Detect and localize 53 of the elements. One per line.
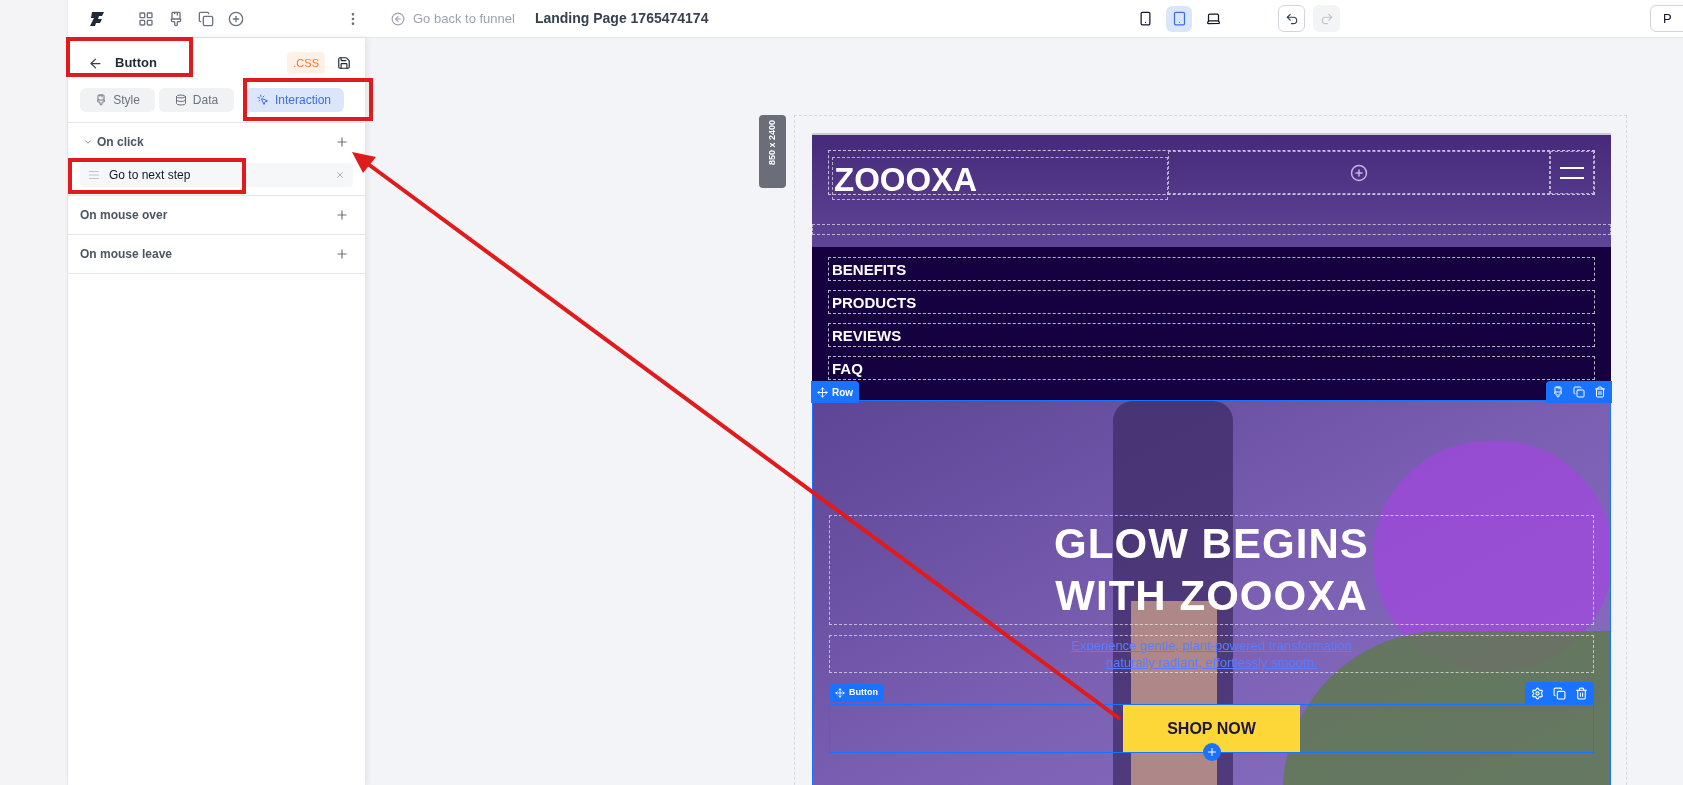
nav-link[interactable]: FAQ: [832, 360, 863, 376]
undo-button[interactable]: [1278, 5, 1306, 32]
nav-link[interactable]: REVIEWS: [832, 327, 902, 343]
hero-headline: WITH ZOOOXA: [1055, 571, 1368, 621]
trash-icon[interactable]: [1575, 686, 1588, 700]
trash-icon[interactable]: [1594, 386, 1606, 398]
hero-subtext: naturally radiant, effortlessly smooth.: [1105, 654, 1318, 671]
settings-icon[interactable]: [1531, 686, 1544, 700]
hero-subtext: Experience gentle, plant-powered transformation: [1071, 637, 1352, 654]
copy-icon[interactable]: [1553, 686, 1566, 700]
copy-icon[interactable]: [198, 10, 214, 27]
element-label[interactable]: Button: [829, 684, 884, 702]
toolbar-button[interactable]: P: [1650, 5, 1683, 32]
tablet-icon: [1171, 11, 1187, 26]
row-label[interactable]: Row: [811, 381, 860, 403]
laptop-icon: [1205, 11, 1221, 26]
size-text: 850 x 2400: [765, 120, 778, 166]
action-label: Go to next step: [109, 167, 191, 184]
brand-name: ZOOOXA: [834, 163, 977, 196]
panel-tab[interactable]: Data: [159, 88, 234, 112]
nav-link[interactable]: BENEFITS: [832, 261, 907, 277]
shop-now-button[interactable]: SHOP NOW: [1123, 705, 1300, 752]
brush-icon[interactable]: [1552, 386, 1564, 398]
panel-title: Button: [115, 54, 157, 73]
copy-icon[interactable]: [1573, 386, 1585, 398]
add-icon: [1205, 746, 1218, 758]
grid-icon[interactable]: [138, 10, 154, 27]
panel-tab[interactable]: Style: [80, 88, 155, 112]
move-icon: [835, 688, 845, 698]
brush-icon: [95, 94, 108, 106]
menu-icon[interactable]: [1559, 165, 1585, 180]
add-icon[interactable]: [228, 10, 244, 27]
redo-icon: [1319, 11, 1334, 26]
phone-icon: [1137, 11, 1153, 26]
page-title: Landing Page 1765474174: [534, 9, 709, 28]
device-toggle[interactable]: [1166, 5, 1193, 32]
back-arrow-icon[interactable]: [88, 55, 103, 71]
action-item[interactable]: Go to next step: [80, 163, 353, 187]
event-label: On click: [97, 134, 144, 151]
drag-handle-icon[interactable]: [88, 169, 100, 181]
event-label: On mouse over: [80, 207, 168, 224]
event-label: On mouse leave: [80, 246, 173, 263]
add-icon[interactable]: [1350, 163, 1368, 182]
database-icon: [174, 94, 187, 106]
brush-icon[interactable]: [168, 10, 184, 27]
save-icon[interactable]: [337, 56, 351, 70]
nav-link[interactable]: PRODUCTS: [832, 294, 917, 310]
undo-icon: [1284, 11, 1299, 26]
hero-headline: GLOW BEGINS: [1054, 519, 1369, 569]
move-icon: [817, 386, 828, 398]
panel-tab[interactable]: Interaction: [244, 88, 344, 112]
back-icon: [391, 11, 405, 26]
pointer-click-icon: [256, 94, 269, 106]
